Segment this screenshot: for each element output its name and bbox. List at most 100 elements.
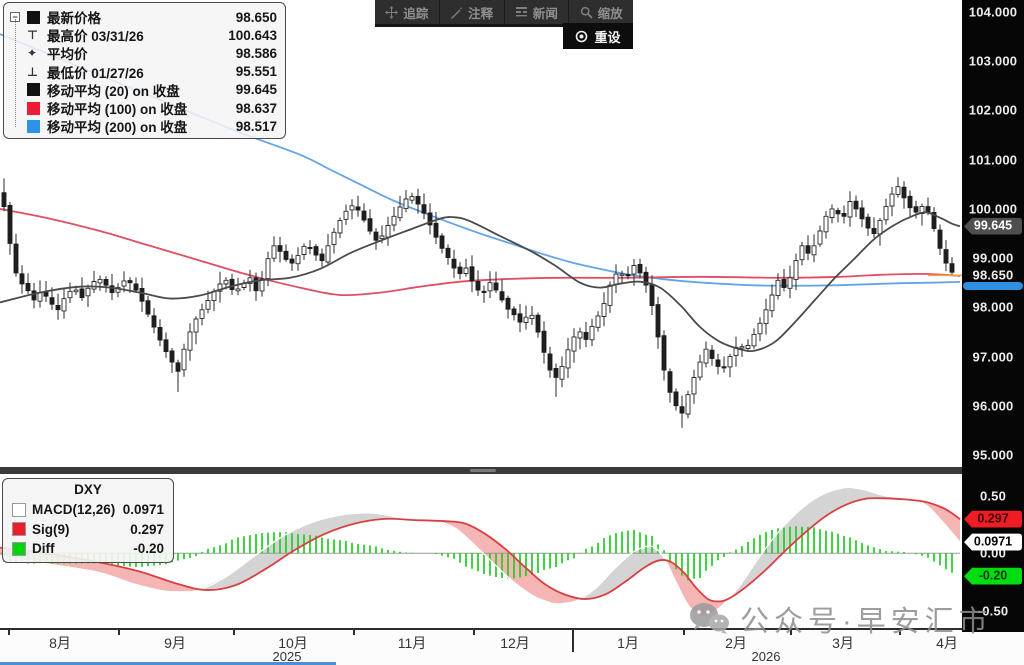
news-icon [515, 6, 528, 19]
price-chart-pane[interactable]: − 最新价格 98.650 ⊤ 最高价 03/31/26 100.643 ✦ 平… [0, 0, 962, 467]
time-axis-month-label: 4月 [936, 633, 958, 653]
time-axis-month-label: 11月 [398, 633, 427, 653]
price-axis-tick-label: 96.000 [962, 398, 1024, 413]
reset-button-label: 重设 [594, 27, 620, 46]
legend-value: 98.586 [225, 46, 277, 61]
low-marker-icon: ⊥ [27, 65, 38, 79]
zoom-button-label: 缩放 [598, 3, 623, 22]
price-axis-tick-label: 102.000 [962, 103, 1024, 118]
track-button[interactable]: 追踪 [375, 0, 440, 24]
macd-legend-row: MACD(12,26) 0.0971 [12, 500, 164, 520]
track-button-label: 追踪 [403, 3, 428, 22]
zoom-icon [580, 6, 593, 19]
price-axis-tick-label: 101.000 [962, 152, 1024, 167]
time-axis-month-label: 9月 [164, 633, 186, 653]
macd-legend-value: 0.0971 [123, 502, 164, 517]
legend-row-ma100[interactable]: 移动平均 (100) on 收盘 98.637 [10, 99, 277, 117]
legend-label: 最高价 03/31/26 [47, 25, 225, 45]
macd-line-swatch [12, 503, 26, 517]
legend-label: 最低价 01/27/26 [47, 62, 225, 82]
legend-row-high: ⊤ 最高价 03/31/26 100.643 [10, 26, 277, 44]
diff-histogram-swatch [12, 542, 26, 556]
legend-tree-line [15, 19, 16, 127]
zoom-button[interactable]: 缩放 [569, 0, 633, 24]
legend-value: 99.645 [225, 82, 277, 97]
macd-fill-above [200, 513, 425, 590]
annotate-button[interactable]: 注释 [440, 0, 505, 24]
news-button[interactable]: 新闻 [505, 0, 570, 24]
time-axis-tick [473, 630, 475, 635]
time-axis-tick [683, 630, 685, 635]
ma100-swatch [27, 102, 40, 115]
reset-button[interactable]: 重设 [563, 23, 633, 49]
macd-value-badge: -0.20 [964, 568, 1022, 585]
legend-label: 移动平均 (20) on 收盘 [47, 80, 225, 100]
price-axis-tick-label: 104.000 [962, 5, 1024, 20]
time-axis-tick [353, 630, 355, 635]
price-axis-tick-label: 98.000 [962, 300, 1024, 315]
time-axis-month-label: 8月 [49, 633, 71, 653]
time-axis-tick [118, 630, 120, 635]
divider-grip [470, 469, 496, 472]
macd-legend-label: MACD(12,26) [32, 502, 123, 517]
legend-row-average: ✦ 平均价 98.586 [10, 44, 277, 62]
time-axis-tick [899, 630, 901, 635]
average-marker-icon: ✦ [27, 46, 37, 60]
macd-axis-tick-label: -0.50 [962, 603, 1024, 618]
macd-fill-below [912, 500, 961, 542]
time-axis-line [0, 628, 1024, 630]
ma200-swatch [27, 120, 40, 133]
time-axis-tick [572, 630, 574, 652]
price-legend-box[interactable]: − 最新价格 98.650 ⊤ 最高价 03/31/26 100.643 ✦ 平… [3, 2, 286, 139]
legend-row-ma200[interactable]: 移动平均 (200) on 收盘 98.517 [10, 117, 277, 135]
legend-row-low: ⊥ 最低价 01/27/26 95.551 [10, 63, 277, 81]
price-axis-tick-label: 99.000 [962, 251, 1024, 266]
annotate-button-label: 注释 [468, 3, 493, 22]
move-icon [385, 6, 398, 19]
legend-value: 98.650 [225, 10, 277, 25]
pane-divider-handle[interactable] [0, 467, 962, 474]
candles-up [38, 187, 924, 414]
macd-value-badge: 0.297 [964, 511, 1022, 528]
time-axis-year-label: 2026 [752, 649, 781, 664]
time-axis-tick [790, 630, 792, 635]
legend-label: 移动平均 (100) on 收盘 [47, 98, 225, 118]
candles-down [2, 187, 954, 413]
legend-row-ma20[interactable]: 移动平均 (20) on 收盘 99.645 [10, 81, 277, 99]
last-price-label: 98.650 [962, 268, 1024, 283]
last-price-swatch [27, 11, 40, 24]
legend-label: 移动平均 (200) on 收盘 [47, 116, 225, 136]
price-axis-tick-label: 103.000 [962, 54, 1024, 69]
price-axis-tick-label: 95.000 [962, 447, 1024, 462]
high-marker-icon: ⊤ [27, 28, 38, 42]
macd-legend-value: 0.297 [130, 522, 164, 537]
legend-value: 95.551 [225, 64, 277, 79]
macd-legend-title: DXY [12, 482, 164, 500]
macd-axis-tick-label: 0.50 [962, 489, 1024, 504]
legend-label: 最新价格 [47, 7, 225, 27]
macd-legend-row: Sig(9) 0.297 [12, 520, 164, 540]
annotate-icon [450, 6, 463, 19]
time-axis-tick [8, 630, 10, 635]
reset-target-icon [575, 30, 588, 43]
time-axis-month-label: 12月 [500, 633, 530, 653]
macd-legend-label: Sig(9) [32, 522, 130, 537]
time-axis-month-label: 2月 [725, 633, 747, 653]
macd-legend-box[interactable]: DXY MACD(12,26) 0.0971 Sig(9) 0.297 Diff… [2, 478, 174, 563]
macd-chart-pane[interactable]: DXY MACD(12,26) 0.0971 Sig(9) 0.297 Diff… [0, 474, 962, 628]
legend-value: 100.643 [225, 28, 277, 43]
macd-legend-value: -0.20 [133, 541, 164, 556]
price-axis-tick-label: 100.000 [962, 201, 1024, 216]
legend-value: 98.517 [225, 119, 277, 134]
legend-row-last-price: − 最新价格 98.650 [10, 8, 277, 26]
legend-value: 98.637 [225, 101, 277, 116]
time-axis-month-label: 3月 [832, 633, 854, 653]
time-axis-month-label: 1月 [617, 633, 639, 653]
price-axis-strip[interactable]: 104.000 103.000 102.000 101.000 100.000 99.00… [962, 0, 1024, 632]
ma20-swatch [27, 83, 40, 96]
macd-value-badge: 0.0971 [964, 534, 1022, 551]
macd-legend-label: Diff [32, 541, 133, 556]
ma200-value-badge [963, 282, 1023, 290]
legend-label: 平均价 [47, 43, 225, 63]
time-axis[interactable]: 8月9月10月11月12月1月2月3月4月20252026 [0, 628, 1024, 665]
